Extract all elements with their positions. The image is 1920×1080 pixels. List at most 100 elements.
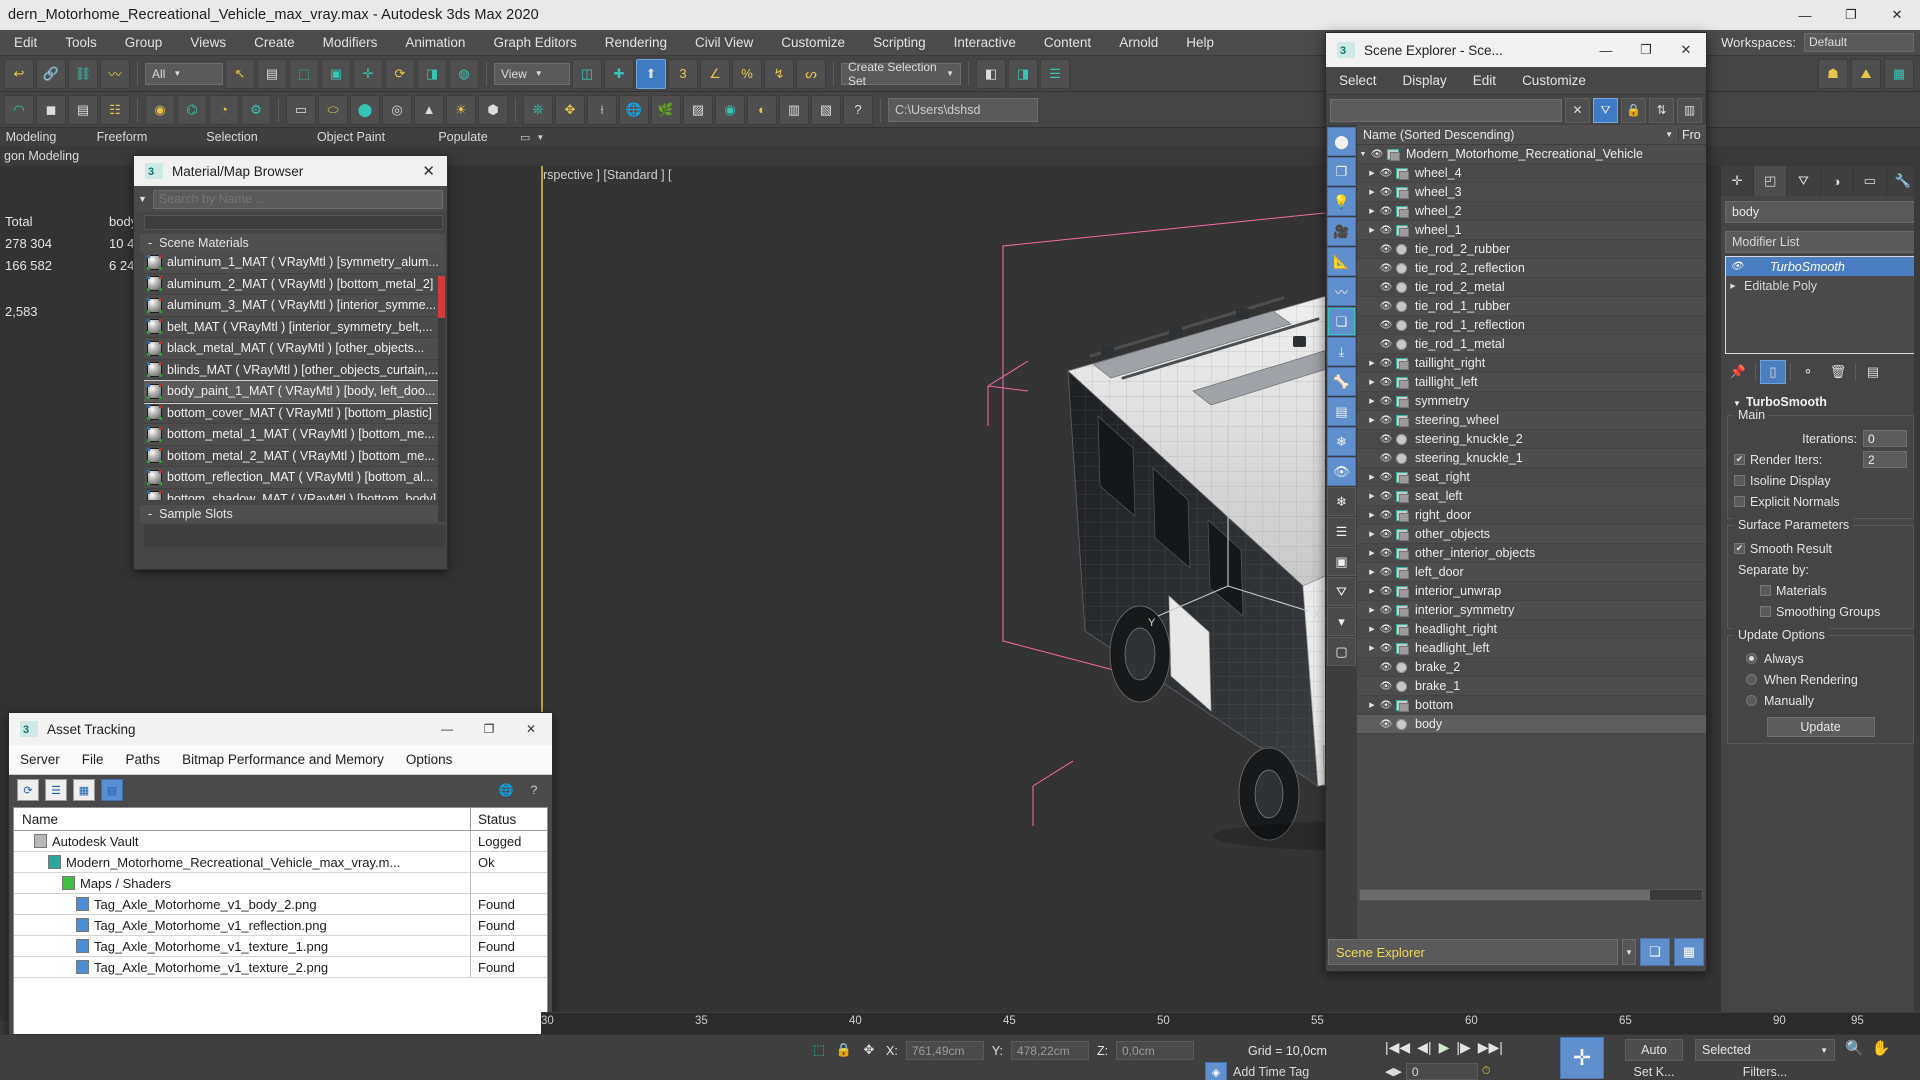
scene-tree-row[interactable]: ▼ 👁 Modern_Motorhome_Recreational_Vehicle: [1357, 145, 1706, 164]
menu-item-edit[interactable]: Edit: [0, 30, 51, 56]
scene-tree-row[interactable]: ▶ 👁 left_door: [1357, 563, 1706, 582]
chevron-down-icon-4[interactable]: ▼: [1660, 130, 1678, 139]
table-row[interactable]: Autodesk Vault Logged: [14, 831, 547, 852]
scene-tree-row[interactable]: ▶ 👁 interior_unwrap: [1357, 582, 1706, 601]
visibility-eye-icon[interactable]: 👁: [1378, 643, 1394, 654]
geosphere-icon[interactable]: ⬢: [478, 94, 508, 125]
menu-item-customize[interactable]: Customize: [767, 30, 859, 56]
pan-icon[interactable]: ✋: [1872, 1039, 1891, 1057]
material-row[interactable]: black_metal_MAT ( VRayMtl ) [other_objec…: [144, 338, 445, 360]
tab-create[interactable]: ✛: [1721, 166, 1755, 196]
cone-primitive-icon[interactable]: ▲: [414, 94, 444, 125]
select-scale-icon[interactable]: ◨: [417, 58, 447, 89]
angle-snap-icon[interactable]: ∠: [700, 58, 730, 89]
scene-tree-row[interactable]: 👁 brake_1: [1357, 677, 1706, 696]
material-map-browser-window[interactable]: 3 Material/Map Browser ✕ ▼ - Scene Mater…: [133, 155, 448, 570]
undo-icon[interactable]: ↩: [4, 58, 34, 89]
expander-closed-icon[interactable]: ▶: [1366, 226, 1378, 234]
scene-search-input[interactable]: [1330, 98, 1562, 122]
expander-open-icon[interactable]: ▼: [1357, 151, 1369, 158]
scene-explorer-window[interactable]: 3 Scene Explorer - Sce... — ❐ ✕ Select Di…: [1325, 32, 1707, 972]
menu-item-create[interactable]: Create: [240, 30, 309, 56]
scene-tree-row[interactable]: ▶ 👁 steering_wheel: [1357, 411, 1706, 430]
asset-menu-bitmap-performance-and-memory[interactable]: Bitmap Performance and Memory: [171, 752, 395, 767]
edit-named-selection-icon[interactable]: ᔕ: [796, 58, 826, 89]
expander-closed-icon[interactable]: ▶: [1366, 397, 1378, 405]
scene-tree-row[interactable]: ▶ 👁 headlight_right: [1357, 620, 1706, 639]
visibility-eye-icon[interactable]: 👁: [1378, 187, 1394, 198]
visibility-eye-icon[interactable]: 👁: [1378, 586, 1394, 597]
expander-closed-icon[interactable]: ▶: [1366, 701, 1378, 709]
modifier-stack-row[interactable]: 👁 TurboSmooth: [1726, 257, 1915, 276]
asset-tracking-window[interactable]: 3 Asset Tracking — ❐ ✕ Server File Paths Bi…: [8, 712, 553, 1077]
thumbnail-view-icon[interactable]: ▦: [73, 779, 95, 801]
scene-tree-row[interactable]: 👁 tie_rod_2_reflection: [1357, 259, 1706, 278]
time-tag-icon[interactable]: ◈: [1205, 1062, 1227, 1080]
bind-space-warp-icon[interactable]: 〰: [100, 58, 130, 89]
update-when-rendering-row[interactable]: When Rendering: [1734, 669, 1907, 690]
close-icon-3[interactable]: ✕: [1666, 33, 1706, 67]
menu-item-help[interactable]: Help: [1172, 30, 1228, 56]
x-field[interactable]: 761,49cm: [905, 1041, 984, 1060]
frame-arrows-icon[interactable]: ◀▶: [1385, 1065, 1402, 1078]
auto-key-button[interactable]: Auto: [1625, 1039, 1683, 1061]
render-production-icon[interactable]: ▦: [1884, 58, 1914, 89]
scene-tree-row[interactable]: 👁 tie_rod_1_metal: [1357, 335, 1706, 354]
visibility-eye-icon[interactable]: 👁: [1378, 510, 1394, 521]
minimize-icon-3[interactable]: —: [1586, 33, 1626, 67]
asset-menu-file[interactable]: File: [71, 752, 115, 767]
expander-closed-icon[interactable]: ▶: [1366, 188, 1378, 196]
clear-search-icon[interactable]: ✕: [1565, 97, 1590, 123]
sort-icon[interactable]: ⇅: [1649, 97, 1674, 123]
scene-tree-row[interactable]: ▶ 👁 right_door: [1357, 506, 1706, 525]
y-field[interactable]: 478,22cm: [1010, 1041, 1089, 1060]
modifier-stack-row[interactable]: ▶ Editable Poly: [1726, 276, 1915, 295]
modifier-expander[interactable]: ▶: [1726, 282, 1740, 290]
visibility-eye-icon[interactable]: 👁: [1378, 168, 1394, 179]
expander-closed-icon[interactable]: ▶: [1366, 511, 1378, 519]
daylight-icon[interactable]: ◉: [715, 94, 745, 125]
expander-closed-icon[interactable]: ▶: [1366, 530, 1378, 538]
material-list[interactable]: aluminum_1_MAT ( VRayMtl ) [symmetry_alu…: [144, 252, 445, 500]
scene-tree-row[interactable]: ▶ 👁 headlight_left: [1357, 639, 1706, 658]
show-end-result-icon[interactable]: ▯: [1760, 360, 1786, 384]
list-icon[interactable]: ☷: [100, 94, 130, 125]
snaps-3d-icon[interactable]: 3: [668, 58, 698, 89]
globe-icon[interactable]: 🌐: [619, 94, 649, 125]
ribbon-tab-freeform[interactable]: Freeform: [76, 130, 168, 144]
ribbon-tab-modeling[interactable]: Modeling: [0, 130, 62, 144]
render-frame-window-icon[interactable]: ⛰: [1851, 58, 1881, 89]
filter-selection-icon[interactable]: ▣: [1327, 547, 1356, 576]
close-icon[interactable]: ✕: [422, 162, 435, 180]
scene-tree-row[interactable]: ▶ 👁 seat_right: [1357, 468, 1706, 487]
scene-tree-row[interactable]: ▶ 👁 wheel_2: [1357, 202, 1706, 221]
filter-frozen-icon[interactable]: ❄: [1327, 487, 1356, 516]
workspace-combo[interactable]: Default: [1804, 33, 1914, 52]
tab-display[interactable]: ▭: [1854, 166, 1887, 196]
tape-helper-icon[interactable]: ⟊: [587, 94, 617, 125]
update-always-radio[interactable]: [1746, 653, 1757, 664]
filter-geometry-icon[interactable]: ⬤: [1327, 127, 1356, 156]
filter-named-sets-icon[interactable]: ⛛: [1327, 577, 1356, 606]
maximize-icon[interactable]: ❐: [1828, 0, 1874, 30]
percent-snap-icon[interactable]: %: [732, 58, 762, 89]
selection-filter-combo[interactable]: All ▼: [145, 62, 223, 85]
material-row[interactable]: blinds_MAT ( VRayMtl ) [other_objects_cu…: [144, 360, 445, 381]
ribbon-combo-icon[interactable]: ▭: [520, 131, 530, 144]
scene-tree-row[interactable]: ▶ 👁 symmetry: [1357, 392, 1706, 411]
filter-cameras-icon[interactable]: 🎥: [1327, 217, 1356, 246]
menu-item-modifiers[interactable]: Modifiers: [309, 30, 392, 56]
visibility-eye-icon[interactable]: 👁: [1378, 624, 1394, 635]
filter-particles-icon[interactable]: ❄: [1327, 427, 1356, 456]
update-always-row[interactable]: Always: [1734, 648, 1907, 669]
visibility-eye-icon[interactable]: 👁: [1378, 244, 1394, 255]
expander-closed-icon[interactable]: ▶: [1366, 492, 1378, 500]
update-manually-row[interactable]: Manually: [1734, 690, 1907, 711]
update-manually-radio[interactable]: [1746, 695, 1757, 706]
visibility-eye-icon[interactable]: 👁: [1378, 681, 1394, 692]
columns-icon[interactable]: ▥: [1677, 97, 1702, 123]
modifier-eye-icon[interactable]: 👁: [1726, 261, 1748, 272]
material-row[interactable]: belt_MAT ( VRayMtl ) [interior_symmetry_…: [144, 317, 445, 338]
maximize-icon-3[interactable]: ❐: [1626, 33, 1666, 67]
scene-tree-row[interactable]: 👁 tie_rod_1_reflection: [1357, 316, 1706, 335]
